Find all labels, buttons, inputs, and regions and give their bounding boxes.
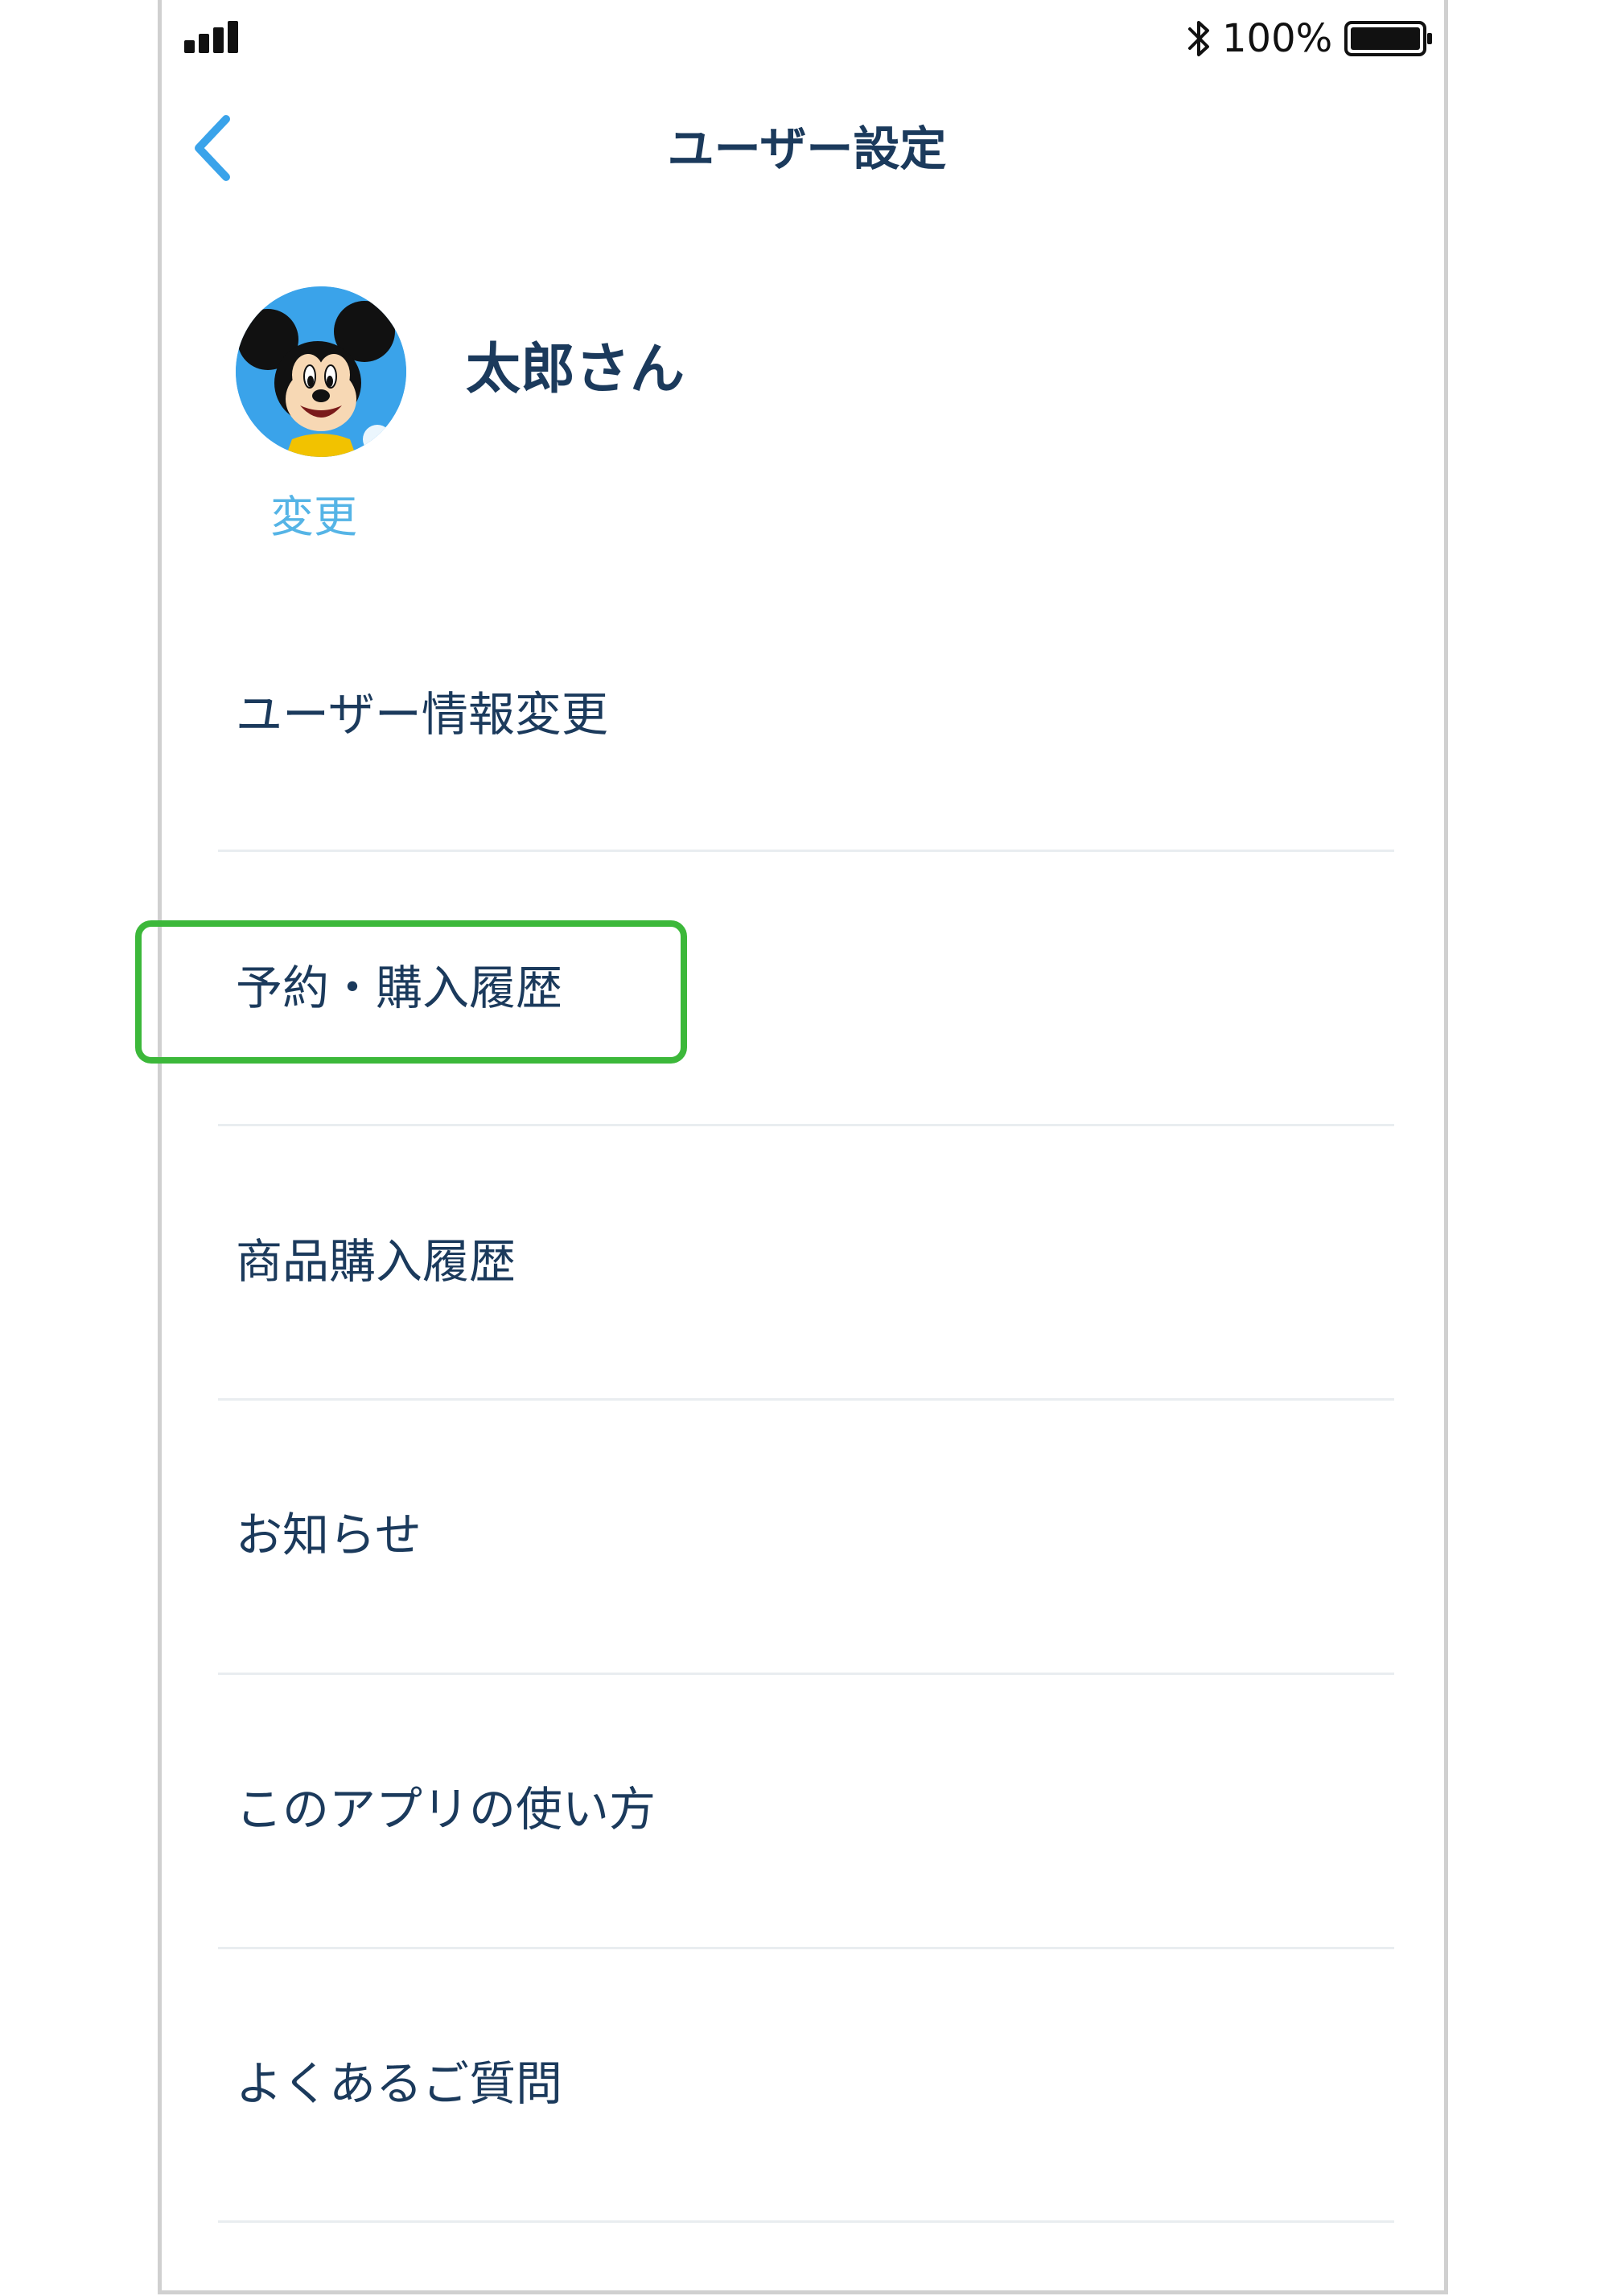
- avatar[interactable]: [236, 286, 406, 457]
- divider: [218, 2220, 1394, 2223]
- menu-item-label: お知らせ: [236, 1508, 422, 1562]
- menu-item-faq[interactable]: よくあるご質問: [236, 2014, 1339, 2288]
- phone-screen: 100% ユーザー設定 太郎さん 変更 ユーザー情報変更 予約・購入履歴 商品購…: [158, 0, 1448, 2294]
- battery-icon: [1344, 21, 1432, 56]
- menu-item-label: このアプリの使い方: [236, 1782, 656, 1837]
- page-title: ユーザー設定: [667, 121, 947, 176]
- signal-icon: [184, 21, 249, 53]
- divider: [218, 1398, 1394, 1401]
- change-avatar-link[interactable]: 変更: [270, 489, 357, 545]
- menu-item-product-history[interactable]: 商品購入履歴: [236, 1192, 1339, 1466]
- mouse-character-icon: [236, 286, 406, 457]
- user-name: 太郎さん: [466, 338, 685, 401]
- menu-item-label: 商品購入履歴: [236, 1234, 516, 1289]
- battery-percentage: 100%: [1222, 16, 1333, 61]
- divider: [218, 1124, 1394, 1126]
- divider: [218, 1947, 1394, 1949]
- bluetooth-icon: [1188, 21, 1209, 56]
- divider: [218, 1673, 1394, 1675]
- status-bar: 100%: [162, 0, 1444, 88]
- menu-item-how-to-use[interactable]: このアプリの使い方: [236, 1740, 1339, 2014]
- menu-item-notifications[interactable]: お知らせ: [236, 1466, 1339, 1739]
- menu-item-label: よくあるご質問: [236, 2056, 563, 2111]
- menu-item-user-info[interactable]: ユーザー情報変更: [236, 644, 1339, 917]
- divider: [218, 850, 1394, 852]
- menu-item-label: ユーザー情報変更: [236, 687, 608, 742]
- highlight-box: [135, 920, 687, 1064]
